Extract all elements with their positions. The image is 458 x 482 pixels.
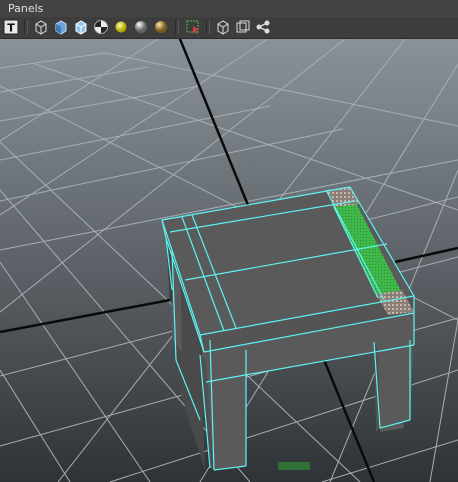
manipulator-handle[interactable] — [278, 462, 310, 470]
ambient-occlusion-sphere-icon[interactable] — [153, 19, 169, 35]
shadow-sphere-icon[interactable] — [133, 19, 149, 35]
node-graph-icon[interactable] — [255, 19, 271, 35]
perspective-viewport[interactable] — [0, 39, 458, 482]
panel-toolbar: T — [0, 17, 458, 39]
menu-panels[interactable]: Panels — [0, 0, 51, 17]
isolate-select-icon[interactable] — [185, 19, 201, 35]
text-toggle-icon[interactable]: T — [3, 19, 19, 35]
wireframe-cube-icon[interactable] — [33, 19, 49, 35]
default-light-icon[interactable] — [113, 19, 129, 35]
two-panel-icon[interactable] — [235, 19, 251, 35]
wireframe-on-shaded-cube-icon[interactable] — [73, 19, 89, 35]
smooth-shade-cube-icon[interactable] — [53, 19, 69, 35]
toolbar-separator — [175, 20, 179, 34]
viewport-canvas[interactable] — [0, 39, 458, 482]
checker-texture-icon[interactable] — [93, 19, 109, 35]
menu-bar: Panels — [0, 0, 458, 17]
toolbar-separator — [206, 20, 210, 34]
toolbar-separator — [24, 20, 28, 34]
text-toggle-label: T — [7, 22, 15, 35]
xray-cube-icon[interactable] — [215, 19, 231, 35]
